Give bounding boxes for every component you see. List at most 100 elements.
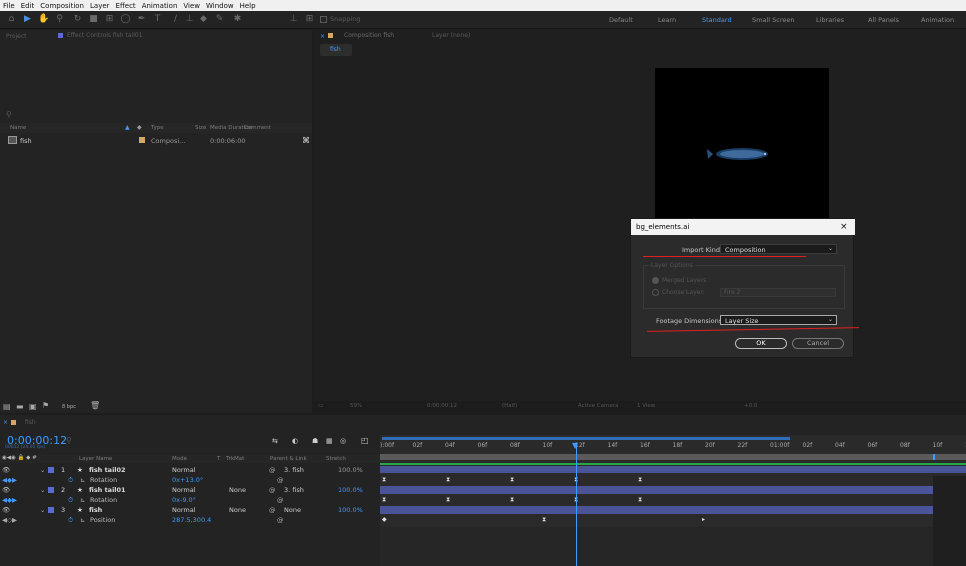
layer-tab[interactable]: Layer (none) [432,32,470,39]
stopwatch-icon[interactable]: ⏱ [68,495,73,505]
snap-icon[interactable]: ⊞ [304,14,315,25]
shy-layers-icon[interactable]: ☗ [312,437,318,445]
type-tool-icon[interactable]: T [152,14,163,25]
eye-icon[interactable]: 👁 [2,465,10,475]
layer-track-3[interactable] [380,506,966,514]
col-mode[interactable]: Mode [172,456,187,462]
keyframe-nav-icon[interactable]: ◀◇▶ [2,515,17,525]
pickwhip-icon[interactable]: @ [269,505,276,515]
eye-icon[interactable]: 👁 [2,485,10,495]
layer-name[interactable]: fish tail02 [89,465,126,475]
sort-up-icon[interactable]: ▲ [125,124,130,131]
list-item[interactable]: fish Composi... 0:00:06:00 ⌘ [0,135,312,146]
keyframe-icon[interactable]: ⧗ [382,476,386,484]
timeline-graph[interactable]: ):00f 02f 04f 06f 08f 10f 12f 14f 16f 18f 20f 22f 01… [380,435,966,566]
layer-trkmat[interactable]: None [229,505,246,515]
hand-tool-icon[interactable]: ✋ [38,14,49,25]
workspace-libraries[interactable]: Libraries [816,16,844,24]
merged-layers-radio[interactable] [652,277,659,284]
menu-window[interactable]: Window [206,2,234,10]
col-size[interactable]: Size [195,125,206,131]
keyframe-icon[interactable]: ⧗ [510,496,514,504]
keyframe-icon[interactable]: ⧗ [638,476,642,484]
layer-color-swatch[interactable] [48,507,54,513]
time-ruler[interactable]: ):00f 02f 04f 06f 08f 10f 12f 14f 16f 18f 20f 22f 01… [380,442,966,452]
brush-tool-icon[interactable]: / [170,14,181,25]
keyframe-icon[interactable]: ⧗ [542,516,546,524]
pickwhip-icon[interactable]: @ [277,475,284,485]
table-row[interactable]: ◀◆▶ ⏱ ⊾ Rotation 0x+13.0° @ [0,475,380,485]
new-composition-icon[interactable]: ▣ [29,402,37,411]
col-name[interactable]: Name [10,125,26,131]
views-value[interactable]: 1 View [637,403,655,409]
keyframe-icon[interactable]: ⧗ [446,496,450,504]
comp-subtab[interactable]: fish [330,46,341,53]
layer-parent[interactable]: 3. fish [284,485,304,495]
menu-animation[interactable]: Animation [142,2,178,10]
col-parent[interactable]: Parent & Link [270,456,307,462]
table-row[interactable]: ◀◇▶ ⏱ ⊾ Position 287.5,300.4 @ [0,515,380,525]
eye-icon[interactable]: 👁 [2,505,10,515]
label-tag-icon[interactable]: ◆ [137,124,142,131]
layer-track-2[interactable] [380,486,966,494]
col-stretch[interactable]: Stretch [326,456,346,462]
layer-color-swatch[interactable] [48,467,54,473]
keyframe-icon[interactable]: ⧗ [446,476,450,484]
layer-stretch[interactable]: 100.0% [338,505,363,515]
search-icon[interactable]: ⚲ [6,110,12,119]
pickwhip-icon[interactable]: @ [269,485,276,495]
playhead-icon[interactable]: ▼ [572,441,578,450]
pickwhip-icon[interactable]: @ [277,515,284,525]
table-row[interactable]: 👁 ⌄ 3 ★ fish Normal None @ None 100.0% [0,505,380,515]
effect-controls-tab[interactable]: Effect Controls fish tail01 [67,32,143,39]
frame-blending-icon[interactable]: ▦ [326,437,333,445]
playhead-line[interactable] [576,443,577,566]
keyframe-icon[interactable]: ▸ [702,516,705,523]
workspace-learn[interactable]: Learn [658,16,676,24]
pickwhip-icon[interactable]: @ [277,495,284,505]
menu-composition[interactable]: Composition [40,2,84,10]
pan-behind-tool-icon[interactable]: ⊞ [104,14,115,25]
workspace-all-panels[interactable]: All Panels [868,16,899,24]
keyframe-icon[interactable]: ⧗ [510,476,514,484]
table-row[interactable]: 👁 ⌄ 2 ★ fish tail01 Normal None @ 3. fis… [0,485,380,495]
layer-color-swatch[interactable] [48,487,54,493]
menu-view[interactable]: View [183,2,200,10]
layer-stretch[interactable]: 100.0% [338,485,363,495]
zoom-tool-icon[interactable]: ⚲ [54,14,65,25]
table-row[interactable]: 👁 ⌄ 1 ★ fish tail02 Normal @ 3. fish 100… [0,465,380,475]
import-kind-dropdown[interactable]: Composition ⌄ [720,244,837,254]
layer-track-1b[interactable] [380,466,966,473]
workspace-small-screen[interactable]: Small Screen [752,16,794,24]
layer-parent[interactable]: None [284,505,301,515]
timeline-tab[interactable]: fish [25,419,36,426]
menu-file[interactable]: File [3,2,15,10]
stopwatch-icon[interactable]: ⏱ [68,515,73,525]
close-icon[interactable]: × [320,33,325,40]
footage-dimensions-dropdown[interactable]: Layer Size ⌄ [720,315,837,325]
search-icon[interactable]: ⚲ [66,436,72,445]
col-comment[interactable]: Comment [244,125,271,131]
eraser-tool-icon[interactable]: ◆ [198,14,209,25]
chevron-down-icon[interactable]: ⌄ [40,505,45,515]
clone-tool-icon[interactable]: ⊥ [184,14,195,25]
chevron-down-icon[interactable]: ⌄ [40,485,45,495]
keyframe-icon[interactable]: ◆ [382,516,387,523]
rotate-tool-icon[interactable]: ↻ [72,14,83,25]
stopwatch-icon[interactable]: ⏱ [68,475,73,485]
new-folder-icon[interactable]: ▬ [16,402,24,411]
layer-mode[interactable]: Normal [172,505,196,515]
camera-tool-icon[interactable]: ■ [88,14,99,25]
align-icon[interactable]: ⊥ [288,14,299,25]
close-icon[interactable]: × [3,419,8,426]
zoom-value[interactable]: 59% [350,403,362,409]
composition-mini-flowchart-icon[interactable]: ⇆ [272,437,278,445]
composition-tab[interactable]: Composition fish [344,32,394,39]
property-value[interactable]: 287.5,300.4 [172,515,211,525]
mask-tool-icon[interactable]: ◯ [120,14,131,25]
pickwhip-icon[interactable]: @ [269,465,276,475]
visibility-icon[interactable]: ◉◀◉ 🔒 ◆ # [2,455,37,461]
puppet-tool-icon[interactable]: ✱ [232,14,243,25]
layer-trkmat[interactable]: None [229,485,246,495]
col-layer-name[interactable]: Layer Name [79,456,112,462]
